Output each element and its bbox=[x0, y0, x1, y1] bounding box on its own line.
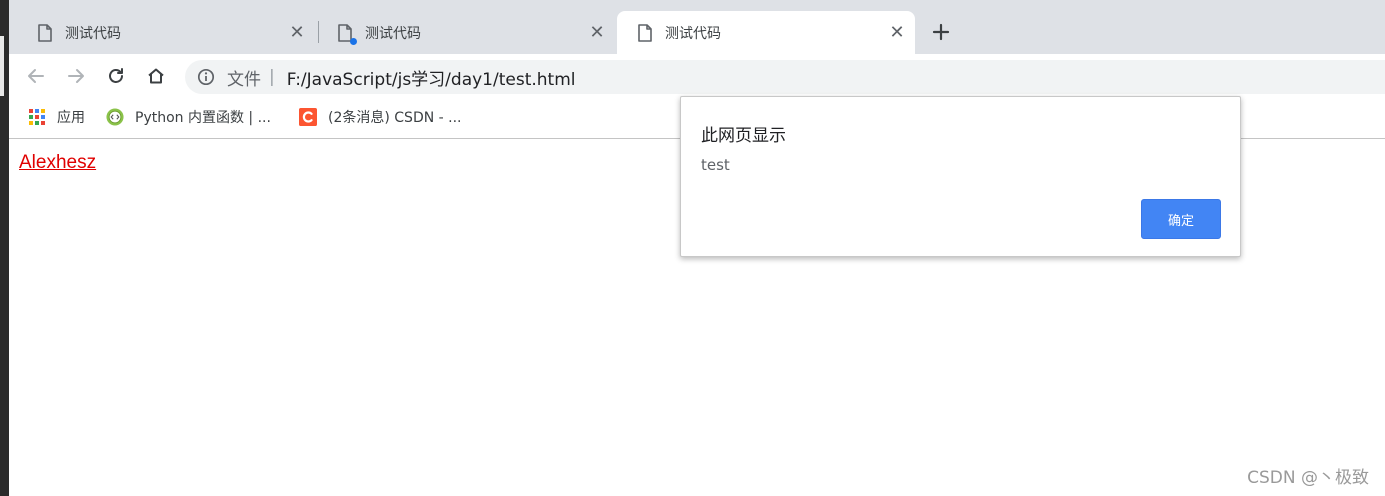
tab-title: 测试代码 bbox=[65, 25, 121, 42]
tab-1[interactable]: 测试代码 ✕ bbox=[17, 11, 315, 54]
watermark: CSDN @丶极致 bbox=[1247, 468, 1369, 488]
tab-3-active[interactable]: 测试代码 ✕ bbox=[617, 11, 915, 54]
close-tab-icon[interactable]: ✕ bbox=[883, 19, 911, 47]
csdn-icon bbox=[299, 108, 317, 126]
info-icon[interactable] bbox=[197, 68, 215, 86]
forward-button[interactable] bbox=[62, 62, 90, 90]
url-separator: | bbox=[269, 67, 275, 87]
close-tab-icon[interactable]: ✕ bbox=[283, 19, 311, 47]
bookmark-apps[interactable]: 应用 bbox=[28, 106, 85, 128]
reload-icon bbox=[109, 68, 123, 83]
plus-icon bbox=[932, 23, 950, 41]
address-bar[interactable]: 文件 | F:/JavaScript/js学习/day1/test.html bbox=[185, 60, 1385, 94]
bookmark-label: Python 内置函数 | ... bbox=[135, 110, 271, 126]
dialog-title: 此网页显示 bbox=[701, 126, 786, 146]
document-icon bbox=[37, 23, 53, 42]
tab-strip: 测试代码 ✕ 测试代码 ✕ 测试代码 ✕ bbox=[9, 0, 1385, 54]
home-icon bbox=[148, 68, 164, 84]
url-scheme-label: 文件 bbox=[227, 69, 261, 90]
code-icon bbox=[106, 108, 124, 126]
alert-dialog: 此网页显示 test 确定 bbox=[680, 96, 1241, 257]
new-tab-button[interactable] bbox=[927, 18, 955, 46]
arrow-right-icon bbox=[68, 69, 84, 83]
ok-button[interactable]: 确定 bbox=[1141, 199, 1221, 239]
bookmark-label: 应用 bbox=[57, 110, 85, 126]
home-button[interactable] bbox=[142, 62, 170, 90]
tab-title: 测试代码 bbox=[665, 25, 721, 42]
loading-dot-icon bbox=[350, 37, 357, 45]
tab-title: 测试代码 bbox=[365, 25, 421, 42]
bookmark-python-builtins[interactable]: Python 内置函数 | ... bbox=[106, 106, 271, 128]
desktop-edge bbox=[0, 0, 9, 496]
document-icon bbox=[337, 23, 357, 45]
bookmark-csdn[interactable]: (2条消息) CSDN - ... bbox=[299, 106, 462, 128]
toolbar: 文件 | F:/JavaScript/js学习/day1/test.html bbox=[9, 54, 1385, 98]
reload-button[interactable] bbox=[102, 62, 130, 90]
bookmark-label: (2条消息) CSDN - ... bbox=[328, 110, 462, 126]
arrow-left-icon bbox=[28, 69, 44, 83]
close-tab-icon[interactable]: ✕ bbox=[583, 19, 611, 47]
back-button[interactable] bbox=[22, 62, 50, 90]
apps-grid-icon bbox=[28, 108, 46, 126]
page-link[interactable]: Alexhesz bbox=[19, 152, 96, 174]
dialog-message: test bbox=[701, 156, 730, 174]
url-text[interactable]: F:/JavaScript/js学习/day1/test.html bbox=[287, 65, 576, 90]
document-icon bbox=[637, 23, 653, 42]
browser-window: 测试代码 ✕ 测试代码 ✕ 测试代码 ✕ 文件 | F:/JavaScript/… bbox=[9, 0, 1385, 496]
tab-2[interactable]: 测试代码 ✕ bbox=[317, 11, 615, 54]
